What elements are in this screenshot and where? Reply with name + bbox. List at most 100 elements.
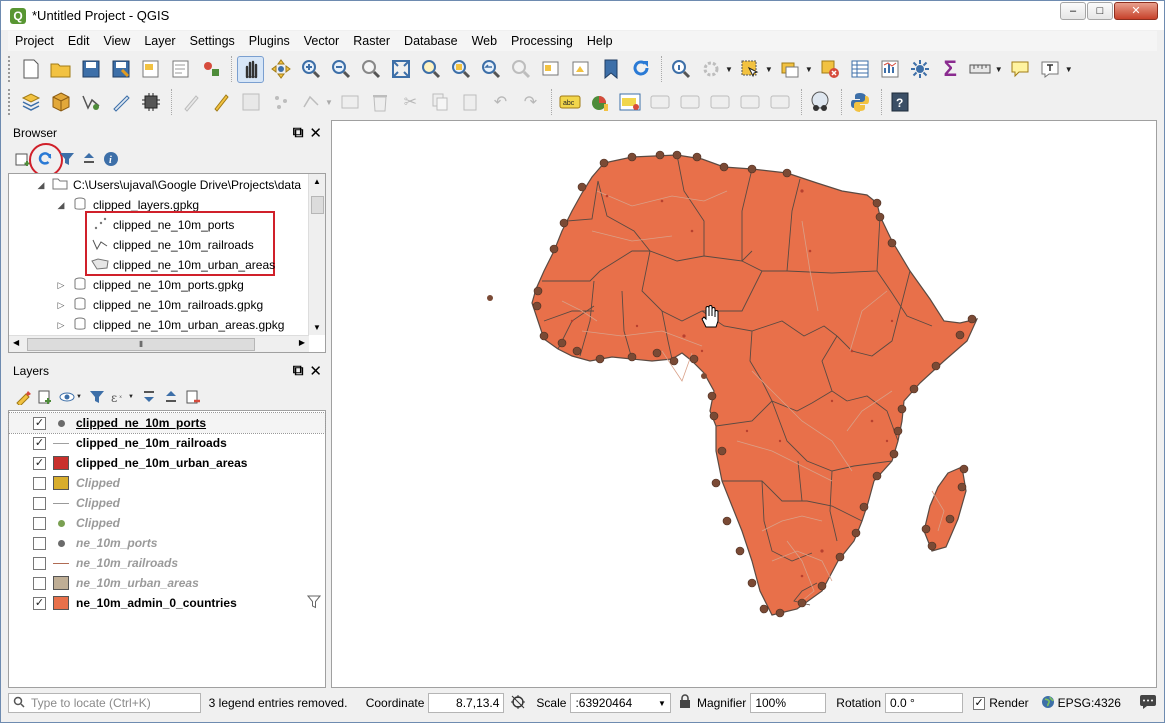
pan-to-selection-icon[interactable]	[267, 56, 294, 83]
messages-icon[interactable]	[1139, 694, 1157, 713]
toggle-editing-icon[interactable]	[207, 89, 234, 116]
new-map-view-icon[interactable]	[537, 56, 564, 83]
layer-styling-icon[interactable]	[12, 386, 34, 408]
add-group-icon[interactable]	[34, 386, 56, 408]
field-calculator-icon[interactable]: Σ	[937, 56, 964, 83]
layer-checkbox[interactable]	[33, 496, 46, 510]
filter-icon[interactable]	[56, 148, 78, 170]
pin-labels-icon[interactable]	[647, 89, 674, 116]
chevron-down-icon[interactable]: ▼	[725, 65, 733, 74]
layer-row[interactable]: ✓ clipped_ne_10m_ports	[8, 412, 326, 434]
remove-layer-icon[interactable]	[182, 386, 204, 408]
layer-checkbox[interactable]	[33, 556, 46, 570]
layer-row[interactable]: ne_10m_urban_areas	[9, 573, 325, 593]
filter-legend-icon[interactable]	[86, 386, 108, 408]
vertex-tool-icon[interactable]	[297, 89, 324, 116]
menu-settings[interactable]: Settings	[183, 34, 242, 48]
scroll-left-icon[interactable]: ◀	[13, 338, 19, 347]
attribute-table-icon[interactable]	[847, 56, 874, 83]
select-features-icon[interactable]	[737, 56, 764, 83]
measure-line-icon[interactable]	[967, 56, 994, 83]
text-annotation-icon[interactable]	[1037, 56, 1064, 83]
current-edits-icon[interactable]	[177, 89, 204, 116]
identify-features-icon[interactable]	[667, 56, 694, 83]
crs-globe-icon[interactable]	[1041, 695, 1055, 712]
gps-tools-icon[interactable]	[137, 89, 164, 116]
zoom-last-icon[interactable]	[477, 56, 504, 83]
rotate-label-icon[interactable]	[737, 89, 764, 116]
maximize-button[interactable]: □	[1087, 2, 1113, 20]
layer-checkbox[interactable]	[33, 576, 46, 590]
menu-processing[interactable]: Processing	[504, 34, 580, 48]
scroll-right-icon[interactable]: ▶	[299, 338, 305, 347]
digitize-line-icon[interactable]	[77, 89, 104, 116]
deselect-features-icon[interactable]	[817, 56, 844, 83]
save-project-icon[interactable]	[77, 56, 104, 83]
close-panel-icon[interactable]: ✕	[309, 362, 322, 380]
scale-select[interactable]: :63920464 ▼	[570, 693, 671, 713]
copy-features-icon[interactable]	[427, 89, 454, 116]
vertical-scrollbar[interactable]: ▲ ▼	[308, 174, 325, 335]
delete-selected-icon[interactable]	[367, 89, 394, 116]
render-checkbox[interactable]: ✓	[972, 696, 986, 710]
modify-attributes-icon[interactable]	[337, 89, 364, 116]
menu-help[interactable]: Help	[580, 34, 620, 48]
select-by-value-icon[interactable]	[777, 56, 804, 83]
move-label-icon[interactable]	[707, 89, 734, 116]
browser-tree[interactable]: ◢ C:\Users\ujaval\Google Drive\Projects\…	[8, 173, 326, 353]
filter-by-expression-icon[interactable]: εₓ	[108, 386, 130, 408]
layer-diagram-icon[interactable]	[587, 89, 614, 116]
scroll-thumb[interactable]	[311, 196, 324, 214]
map-tips-icon[interactable]	[1007, 56, 1034, 83]
new-bookmark-icon[interactable]	[597, 56, 624, 83]
tree-row-railroads-gpkg[interactable]: ▷ clipped_ne_10m_railroads.gpkg	[55, 295, 263, 315]
lock-scale-icon[interactable]	[679, 694, 691, 712]
refresh-map-icon[interactable]	[627, 56, 654, 83]
chevron-down-icon[interactable]: ▼	[765, 65, 773, 74]
menu-project[interactable]: Project	[8, 34, 61, 48]
layer-checkbox[interactable]	[33, 536, 46, 550]
layer-row[interactable]: Clipped	[9, 473, 325, 493]
africa-map[interactable]	[332, 121, 1157, 688]
digitize-polygon-icon[interactable]	[107, 89, 134, 116]
layer-checkbox[interactable]	[33, 476, 46, 490]
rotation-field[interactable]: 0.0 °	[885, 693, 963, 713]
change-label-icon[interactable]	[767, 89, 794, 116]
tree-row-urban-areas-gpkg[interactable]: ▷ clipped_ne_10m_urban_areas.gpkg	[55, 315, 284, 335]
coordinate-field[interactable]: 8.7,13.4	[428, 693, 505, 713]
chevron-down-icon[interactable]: ▼	[805, 65, 813, 74]
quick-osm-icon[interactable]	[807, 89, 834, 116]
open-project-icon[interactable]	[47, 56, 74, 83]
tree-row-urban-areas[interactable]: clipped_ne_10m_urban_areas	[91, 255, 275, 275]
statistical-summary-icon[interactable]	[877, 56, 904, 83]
new-3d-map-view-icon[interactable]	[567, 56, 594, 83]
add-point-feature-icon[interactable]	[267, 89, 294, 116]
expand-arrow-icon[interactable]: ▷	[55, 320, 67, 331]
filter-icon[interactable]	[306, 595, 322, 612]
zoom-out-icon[interactable]	[327, 56, 354, 83]
highlight-pinned-labels-icon[interactable]	[617, 89, 644, 116]
cut-features-icon[interactable]: ✂	[397, 89, 424, 116]
actions-icon[interactable]	[697, 56, 724, 83]
expand-arrow-icon[interactable]: ▷	[55, 300, 67, 311]
zoom-full-icon[interactable]	[387, 56, 414, 83]
crs-label[interactable]: EPSG:4326	[1058, 696, 1121, 710]
save-as-icon[interactable]	[107, 56, 134, 83]
paste-features-icon[interactable]	[457, 89, 484, 116]
layer-checkbox[interactable]: ✓	[33, 416, 46, 430]
refresh-icon[interactable]	[29, 143, 63, 177]
tree-row-root[interactable]: ◢ C:\Users\ujaval\Google Drive\Projects\…	[35, 175, 302, 195]
layer-checkbox[interactable]	[33, 516, 46, 530]
layer-labeling-icon[interactable]: abc	[557, 89, 584, 116]
new-project-icon[interactable]	[17, 56, 44, 83]
redo-icon[interactable]: ↷	[517, 89, 544, 116]
help-contents-icon[interactable]: ?	[887, 89, 914, 116]
horizontal-scrollbar[interactable]: ◀ ⦀ ▶	[9, 335, 309, 352]
menu-database[interactable]: Database	[397, 34, 465, 48]
zoom-in-icon[interactable]	[297, 56, 324, 83]
scroll-down-icon[interactable]: ▼	[313, 323, 321, 332]
chevron-down-icon[interactable]: ▼	[658, 699, 666, 708]
float-panel-icon[interactable]: ⧉	[293, 124, 304, 142]
processing-toolbox-icon[interactable]	[907, 56, 934, 83]
layer-checkbox[interactable]: ✓	[33, 436, 46, 450]
